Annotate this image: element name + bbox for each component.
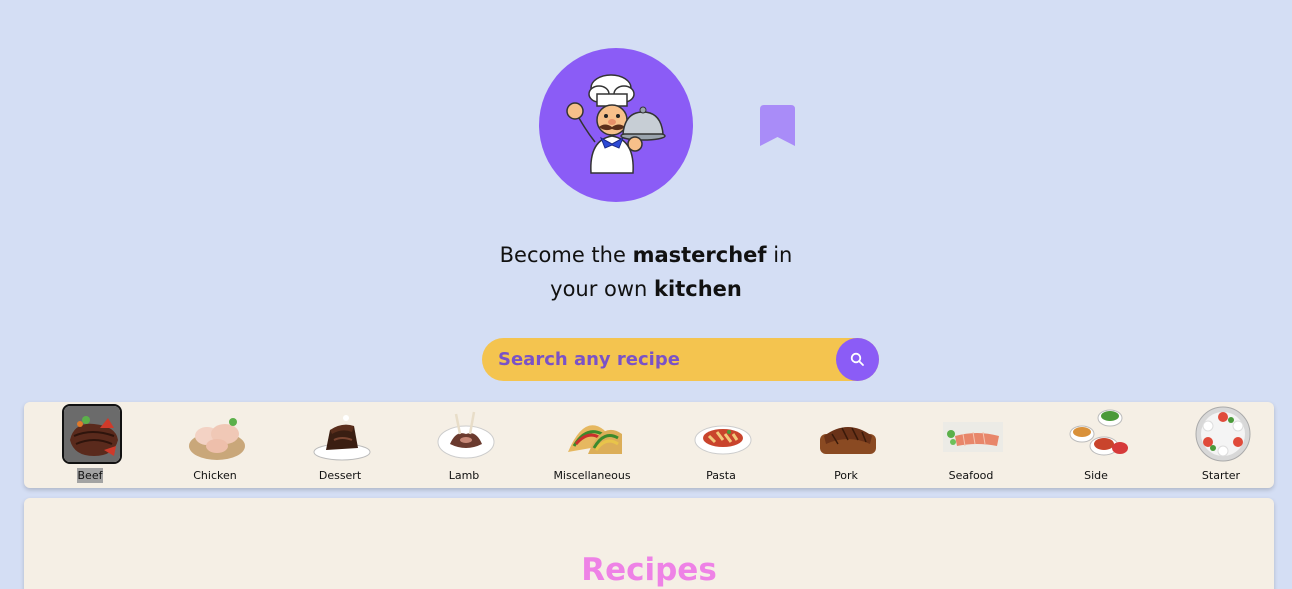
category-beef-image [62, 404, 122, 464]
tagline-emphasis-masterchef: masterchef [632, 243, 767, 267]
category-dessert-image [312, 404, 372, 464]
chef-mascot-icon [566, 74, 666, 174]
chef-logo[interactable] [539, 48, 693, 202]
page: Become the masterchef in your own kitche… [0, 0, 1292, 589]
tagline: Become the masterchef in your own kitche… [0, 238, 1292, 306]
category-label: Miscellaneous [553, 469, 631, 482]
tagline-line-1: Become the masterchef in [499, 243, 793, 267]
category-miscellaneous-image [564, 404, 624, 464]
search-button[interactable] [836, 338, 879, 381]
category-label: Dessert [318, 469, 362, 482]
category-lamb[interactable]: Lamb [409, 402, 519, 488]
category-label: Seafood [948, 469, 994, 482]
category-label: Starter [1201, 469, 1241, 482]
tagline-line-2: your own kitchen [550, 277, 742, 301]
category-label: Lamb [448, 469, 480, 482]
category-miscellaneous[interactable]: Miscellaneous [537, 402, 647, 488]
tagline-emphasis-kitchen: kitchen [654, 277, 742, 301]
category-side[interactable]: Side [1041, 402, 1151, 488]
category-pasta[interactable]: Pasta [666, 402, 776, 488]
category-lamb-image [436, 404, 496, 464]
category-side-image [1068, 404, 1128, 464]
category-label: Beef [76, 468, 104, 483]
category-strip: Beef Chicken Dessert Lamb Miscellaneous … [24, 402, 1274, 488]
category-label: Side [1084, 469, 1108, 482]
recipes-title: Recipes [581, 552, 717, 588]
category-beef[interactable]: Beef [35, 402, 145, 488]
category-pasta-image [693, 404, 753, 464]
category-starter-image [1193, 404, 1253, 464]
bookmark-icon[interactable] [760, 105, 795, 146]
category-pork[interactable]: Pork [791, 402, 901, 488]
search-input[interactable] [496, 338, 826, 381]
category-seafood-image [943, 404, 1003, 464]
category-starter[interactable]: Starter [1166, 402, 1276, 488]
category-seafood[interactable]: Seafood [916, 402, 1026, 488]
category-pork-image [818, 404, 878, 464]
category-dessert[interactable]: Dessert [285, 402, 395, 488]
category-chicken-image [187, 404, 247, 464]
search-icon [850, 352, 864, 366]
search-bar [482, 338, 879, 381]
category-label: Pork [834, 469, 858, 482]
recipes-panel: Recipes [24, 498, 1274, 589]
category-label: Pasta [706, 469, 736, 482]
category-label: Chicken [193, 469, 237, 482]
category-chicken[interactable]: Chicken [160, 402, 270, 488]
